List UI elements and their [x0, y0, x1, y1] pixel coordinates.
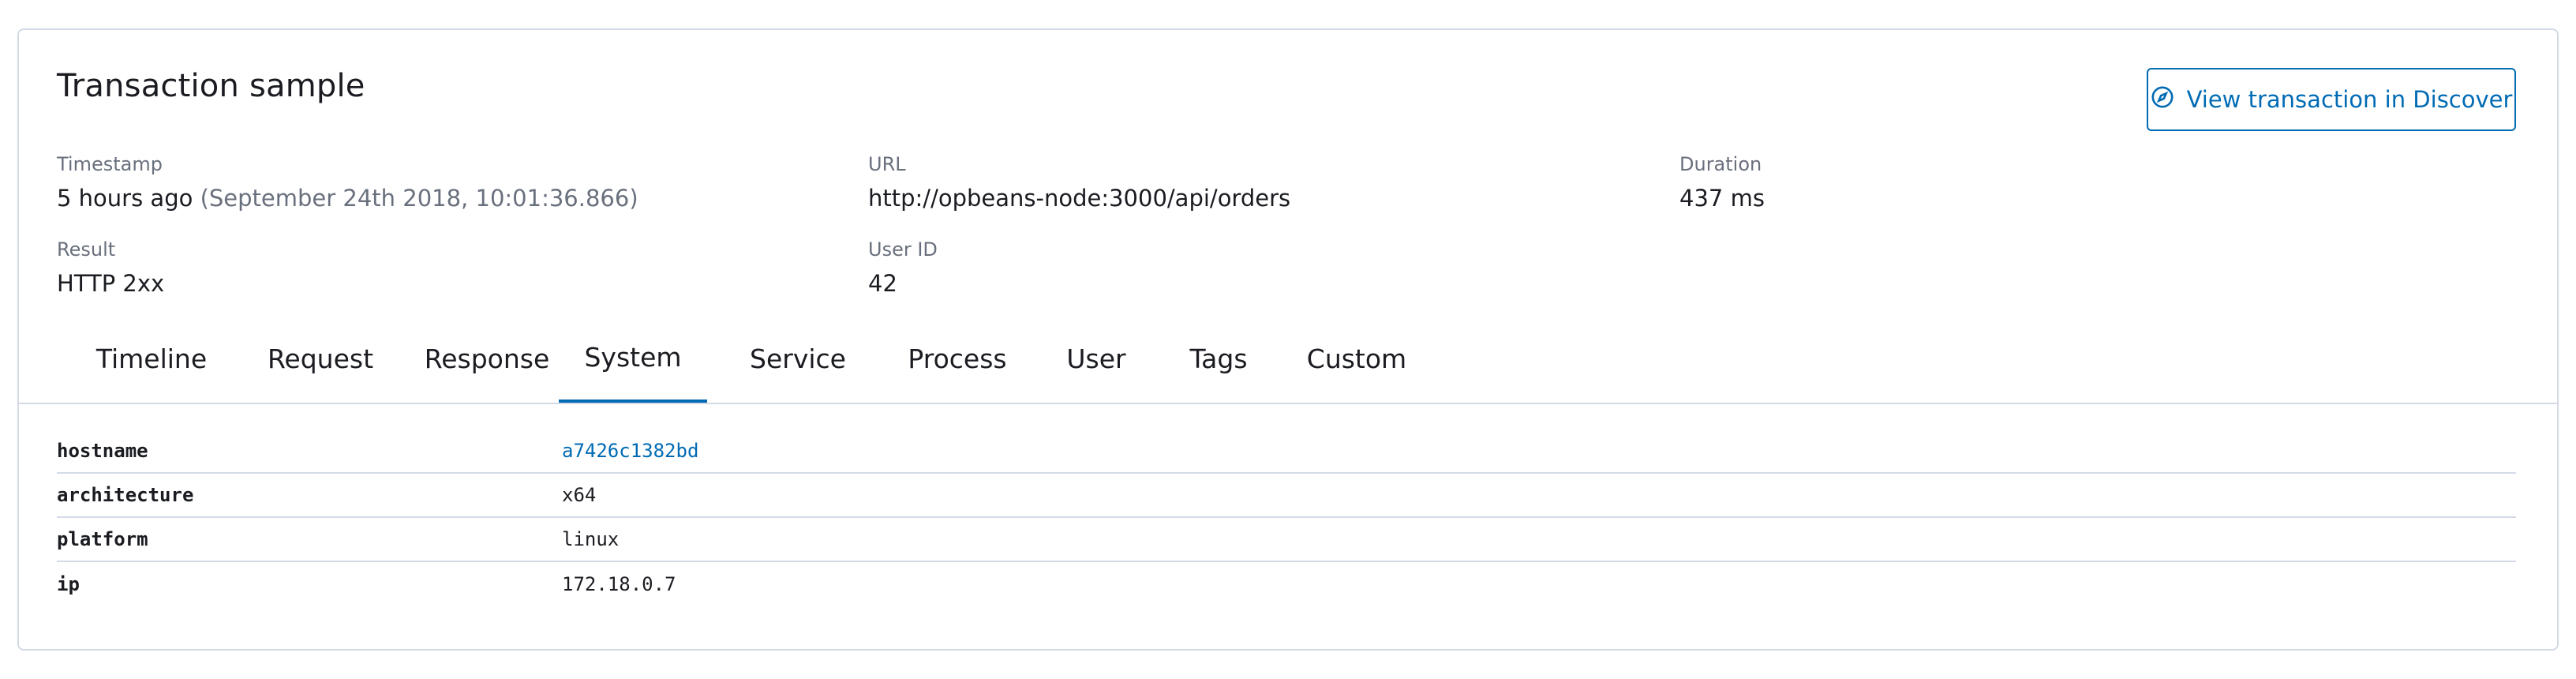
view-in-discover-button[interactable]: View transaction in Discover: [2147, 68, 2516, 131]
duration-label: Duration: [1679, 153, 1762, 175]
table-row: hostname a7426c1382bd: [57, 430, 2516, 474]
row-key: hostname: [57, 440, 148, 462]
duration-value: 437 ms: [1679, 185, 1765, 212]
url-label: URL: [868, 153, 906, 175]
tab-user[interactable]: User: [1037, 324, 1155, 403]
timestamp-value: 5 hours ago (September 24th 2018, 10:01:…: [57, 185, 638, 212]
system-properties-table: hostname a7426c1382bd architecture x64 p…: [57, 430, 2516, 606]
tab-timeline[interactable]: Timeline: [73, 324, 230, 403]
row-value: 172.18.0.7: [562, 573, 676, 595]
tab-custom[interactable]: Custom: [1282, 324, 1432, 403]
hostname-link[interactable]: a7426c1382bd: [562, 440, 698, 462]
row-key: ip: [57, 573, 80, 595]
row-value: linux: [562, 528, 620, 550]
row-key: architecture: [57, 484, 194, 506]
row-value: x64: [562, 484, 597, 506]
table-row: platform linux: [57, 518, 2516, 562]
result-value: HTTP 2xx: [57, 270, 165, 297]
tab-response[interactable]: Response: [402, 324, 571, 403]
table-row: architecture x64: [57, 474, 2516, 518]
timestamp-label: Timestamp: [57, 153, 163, 175]
tab-tags[interactable]: Tags: [1157, 324, 1280, 403]
panel-title: Transaction sample: [57, 68, 365, 104]
timestamp-absolute: (September 24th 2018, 10:01:36.866): [200, 185, 638, 212]
tab-system[interactable]: System: [559, 324, 707, 403]
tab-bar: Timeline Request Response System Service…: [19, 324, 2557, 404]
row-key: platform: [57, 528, 148, 550]
view-in-discover-label: View transaction in Discover: [2186, 86, 2513, 113]
user-id-label: User ID: [868, 238, 938, 261]
tab-process[interactable]: Process: [879, 324, 1035, 403]
user-id-value: 42: [868, 270, 897, 297]
timestamp-relative: 5 hours ago: [57, 185, 193, 212]
tab-request[interactable]: Request: [242, 324, 399, 403]
table-row: ip 172.18.0.7: [57, 562, 2516, 606]
result-label: Result: [57, 238, 116, 261]
compass-icon: [2151, 85, 2174, 114]
url-value: http://opbeans-node:3000/api/orders: [868, 185, 1291, 212]
tab-service[interactable]: Service: [717, 324, 879, 403]
